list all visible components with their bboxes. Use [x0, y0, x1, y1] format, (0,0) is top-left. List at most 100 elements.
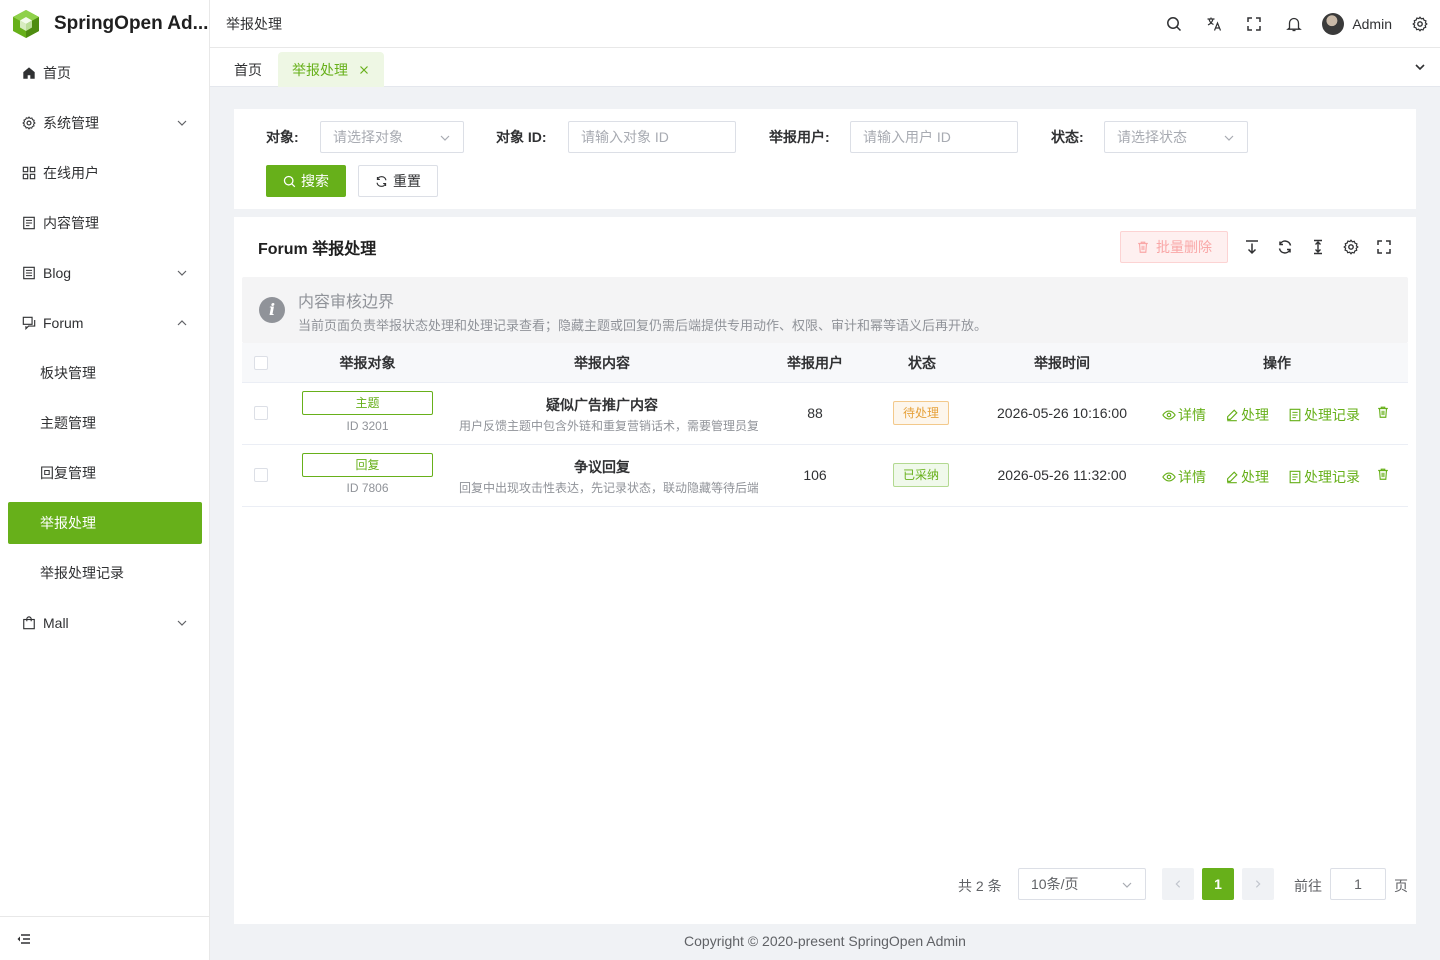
refresh-icon: [376, 175, 387, 187]
row-checkbox[interactable]: [254, 468, 268, 482]
breadcrumb[interactable]: 举报处理: [226, 14, 282, 34]
table-row: 主题 ID 3201 疑似广告推广内容 用户反馈主题中包含外链和重复营销话术，需…: [242, 383, 1408, 445]
select-all-checkbox[interactable]: [254, 356, 268, 370]
sidebar-item-label: 板块管理: [40, 365, 96, 381]
process-button[interactable]: 处理: [1225, 405, 1269, 425]
object-label: 对象:: [266, 129, 299, 145]
sidebar-item-online-users[interactable]: 在线用户: [8, 152, 202, 194]
pagination-total: 共 2 条: [958, 878, 1002, 894]
sidebar: SpringOpen Ad... 首页 系统管理 在线用户 内容管理 Blog …: [0, 0, 210, 960]
avatar: [1322, 13, 1345, 35]
delete-button[interactable]: [1376, 405, 1392, 419]
gear-icon: [22, 116, 36, 130]
sidebar-item-home[interactable]: 首页: [8, 52, 202, 94]
prev-page-button[interactable]: [1162, 868, 1194, 900]
process-button[interactable]: 处理: [1225, 467, 1269, 487]
status-badge: 待处理: [893, 401, 950, 425]
records-button[interactable]: 处理记录: [1288, 405, 1360, 425]
report-user: 106: [803, 467, 827, 483]
report-user: 88: [807, 405, 823, 421]
status-select[interactable]: 请选择状态: [1104, 121, 1248, 153]
sidebar-item-reports[interactable]: 举报处理: [8, 502, 202, 544]
object-id: ID 3201: [346, 419, 389, 433]
document-icon: [1289, 408, 1301, 422]
search-icon: [283, 175, 296, 187]
records-button[interactable]: 处理记录: [1288, 467, 1360, 487]
detail-label: 详情: [1178, 469, 1206, 485]
object-select-placeholder: 请选择对象: [333, 129, 403, 145]
report-title: 争议回复: [574, 459, 630, 475]
sidebar-item-blog[interactable]: Blog: [8, 252, 202, 294]
page-size-select[interactable]: 10条/页: [1018, 868, 1146, 900]
detail-button[interactable]: 详情: [1162, 405, 1206, 425]
report-title: 疑似广告推广内容: [546, 397, 658, 413]
sidebar-item-label: 首页: [43, 65, 71, 81]
status-select-placeholder: 请选择状态: [1117, 129, 1187, 145]
report-time: 2026-05-26 11:32:00: [997, 467, 1127, 483]
search-button[interactable]: 搜索: [266, 165, 346, 197]
fullscreen-button[interactable]: [1234, 0, 1274, 48]
trash-icon: [1138, 241, 1148, 253]
fullscreen-icon[interactable]: [1376, 239, 1392, 255]
sidebar-item-topics[interactable]: 主题管理: [8, 402, 202, 444]
goto-page-input[interactable]: 1: [1330, 868, 1386, 900]
chevron-down-icon: [177, 270, 187, 276]
batch-delete-button[interactable]: 批量删除: [1120, 231, 1228, 263]
notification-button[interactable]: [1274, 0, 1314, 48]
object-id-input[interactable]: 请输入对象 ID: [568, 121, 736, 153]
object-id: ID 7806: [346, 481, 389, 495]
eye-icon: [1162, 472, 1176, 482]
chevron-down-icon: [440, 135, 450, 141]
density-icon[interactable]: [1310, 239, 1326, 255]
sidebar-item-mall[interactable]: Mall: [8, 602, 202, 644]
sidebar-item-forum[interactable]: Forum: [8, 302, 202, 344]
page-number-current[interactable]: 1: [1202, 868, 1234, 900]
tab-reports[interactable]: 举报处理: [278, 52, 384, 87]
app-logo[interactable]: SpringOpen Ad...: [0, 0, 209, 48]
sidebar-item-label: 举报处理: [40, 515, 96, 531]
report-description: 回复中出现攻击性表达，先记录状态，联动隐藏等待后端: [459, 481, 758, 495]
object-select[interactable]: 请选择对象: [320, 121, 464, 153]
sidebar-item-label: 回复管理: [40, 465, 96, 481]
report-time: 2026-05-26 10:16:00: [997, 405, 1127, 421]
row-checkbox[interactable]: [254, 406, 268, 420]
sidebar-item-content[interactable]: 内容管理: [8, 202, 202, 244]
trash-icon: [1378, 468, 1388, 480]
delete-button[interactable]: [1376, 467, 1392, 481]
search-button[interactable]: [1154, 0, 1194, 48]
user-menu[interactable]: Admin: [1322, 13, 1392, 35]
language-button[interactable]: [1194, 0, 1234, 48]
top-header: 举报处理 Admin: [210, 0, 1440, 48]
object-id-label: 对象 ID:: [496, 129, 547, 145]
tab-home[interactable]: 首页: [220, 52, 276, 87]
sidebar-item-system[interactable]: 系统管理: [8, 102, 202, 144]
info-alert: i 内容审核边界 当前页面负责举报状态处理和处理记录查看；隐藏主题或回复仍需后端…: [242, 277, 1408, 343]
records-label: 处理记录: [1304, 469, 1360, 485]
reset-button[interactable]: 重置: [358, 165, 438, 197]
close-icon[interactable]: [358, 64, 370, 76]
sidebar-item-report-records[interactable]: 举报处理记录: [8, 552, 202, 594]
detail-button[interactable]: 详情: [1162, 467, 1206, 487]
sidebar-collapse-button[interactable]: [0, 916, 209, 960]
column-header: 举报内容: [574, 355, 630, 371]
report-user-input[interactable]: 请输入用户 ID: [850, 121, 1018, 153]
page-title: Forum 举报处理: [258, 241, 377, 258]
gear-icon: [1412, 16, 1428, 32]
eye-icon: [1162, 410, 1176, 420]
next-page-button[interactable]: [1242, 868, 1274, 900]
column-header: 状态: [908, 355, 936, 371]
chevron-down-icon: [177, 120, 187, 126]
chevron-up-icon: [177, 320, 187, 326]
sidebar-item-replies[interactable]: 回复管理: [8, 452, 202, 494]
sidebar-item-label: Blog: [43, 265, 72, 281]
report-user-placeholder: 请输入用户 ID: [863, 129, 951, 145]
chevron-down-icon[interactable]: [1414, 61, 1426, 73]
refresh-icon[interactable]: [1277, 239, 1293, 255]
detail-label: 详情: [1178, 407, 1206, 423]
export-icon[interactable]: [1244, 239, 1260, 255]
sidebar-item-boards[interactable]: 板块管理: [8, 352, 202, 394]
settings-button[interactable]: [1400, 0, 1440, 48]
column-header: 操作: [1263, 355, 1291, 371]
gear-icon[interactable]: [1343, 239, 1359, 255]
table-row: 回复 ID 7806 争议回复 回复中出现攻击性表达，先记录状态，联动隐藏等待后…: [242, 445, 1408, 507]
